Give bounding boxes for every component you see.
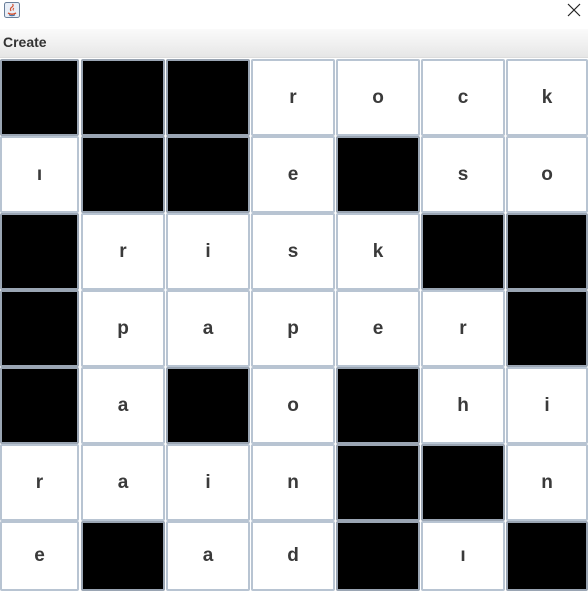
letter-cell[interactable]: i — [166, 213, 250, 290]
letter-cell[interactable]: h — [421, 367, 505, 444]
close-icon — [567, 3, 581, 17]
crossword-grid: rockıesoriskpaperaohirainneadı — [0, 59, 588, 591]
close-button[interactable] — [560, 0, 588, 24]
letter-cell[interactable]: r — [0, 444, 79, 521]
black-cell — [506, 213, 588, 290]
letter-cell[interactable]: ı — [0, 136, 79, 213]
black-cell — [81, 136, 165, 213]
letter-cell[interactable]: a — [81, 444, 165, 521]
letter-cell[interactable]: n — [251, 444, 335, 521]
letter-cell[interactable]: o — [251, 367, 335, 444]
letter-cell[interactable]: e — [0, 521, 79, 591]
black-cell — [336, 367, 420, 444]
black-cell — [166, 136, 250, 213]
letter-cell[interactable]: o — [336, 59, 420, 136]
letter-cell[interactable]: e — [251, 136, 335, 213]
black-cell — [166, 59, 250, 136]
black-cell — [421, 444, 505, 521]
black-cell — [0, 367, 79, 444]
black-cell — [81, 521, 165, 591]
letter-cell[interactable]: k — [336, 213, 420, 290]
letter-cell[interactable]: i — [166, 444, 250, 521]
letter-cell[interactable]: n — [506, 444, 588, 521]
letter-cell[interactable]: r — [251, 59, 335, 136]
letter-cell[interactable]: ı — [421, 521, 505, 591]
black-cell — [0, 59, 79, 136]
black-cell — [336, 521, 420, 591]
black-cell — [166, 367, 250, 444]
letter-cell[interactable]: c — [421, 59, 505, 136]
black-cell — [421, 213, 505, 290]
letter-cell[interactable]: s — [421, 136, 505, 213]
letter-cell[interactable]: s — [251, 213, 335, 290]
black-cell — [0, 213, 79, 290]
letter-cell[interactable]: e — [336, 290, 420, 367]
letter-cell[interactable]: a — [166, 290, 250, 367]
letter-cell[interactable]: p — [251, 290, 335, 367]
letter-cell[interactable]: p — [81, 290, 165, 367]
black-cell — [0, 290, 79, 367]
letter-cell[interactable]: k — [506, 59, 588, 136]
letter-cell[interactable]: r — [421, 290, 505, 367]
letter-cell[interactable]: o — [506, 136, 588, 213]
letter-cell[interactable]: i — [506, 367, 588, 444]
black-cell — [336, 444, 420, 521]
letter-cell[interactable]: d — [251, 521, 335, 591]
black-cell — [506, 521, 588, 591]
letter-cell[interactable]: r — [81, 213, 165, 290]
title-bar — [0, 0, 588, 29]
black-cell — [336, 136, 420, 213]
black-cell — [506, 290, 588, 367]
menu-create[interactable]: Create — [1, 29, 49, 57]
app-window: Create rockıesoriskpaperaohirainneadı — [0, 0, 588, 591]
black-cell — [81, 59, 165, 136]
letter-cell[interactable]: a — [81, 367, 165, 444]
java-app-icon — [4, 2, 20, 18]
letter-cell[interactable]: a — [166, 521, 250, 591]
menu-bar: Create — [0, 29, 588, 58]
